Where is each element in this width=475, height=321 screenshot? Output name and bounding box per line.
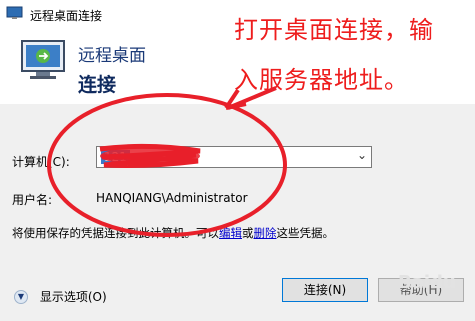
- redaction-scribble: [99, 143, 201, 168]
- delete-credentials-link[interactable]: 删除: [254, 226, 277, 240]
- credentials-note: 将使用保存的凭据连接到此计算机。可以编辑或删除这些凭据。: [12, 225, 334, 241]
- window-title: 远程桌面连接: [30, 9, 103, 23]
- expand-chevron-icon[interactable]: ▼: [14, 289, 28, 304]
- show-options-toggle[interactable]: ▼ 显示选项(O): [14, 288, 107, 305]
- connect-button[interactable]: 连接(N): [282, 278, 368, 302]
- heading-line1: 远程桌面: [78, 46, 146, 66]
- remote-desktop-icon: [6, 6, 23, 19]
- note-prefix: 将使用保存的凭据连接到此计算机。可以: [12, 226, 219, 240]
- heading-line2: 连接: [78, 74, 117, 96]
- username-label: 用户名:: [12, 193, 53, 207]
- username-value: HANQIANG\Administrator: [96, 191, 248, 205]
- note-suffix: 这些凭据。: [276, 226, 335, 240]
- note-or: 或: [242, 226, 254, 240]
- show-options-label: 显示选项(O): [39, 290, 107, 304]
- edit-credentials-link[interactable]: 编辑: [219, 226, 242, 240]
- monitor-icon: [21, 40, 65, 79]
- annotation-line2: 入服务器地址。: [234, 66, 409, 94]
- annotation-line1: 打开桌面连接，输: [234, 16, 434, 44]
- watermark: Baidu: [398, 272, 456, 293]
- computer-label: 计算机(C):: [12, 155, 70, 169]
- chevron-down-icon[interactable]: ⌄: [357, 148, 367, 162]
